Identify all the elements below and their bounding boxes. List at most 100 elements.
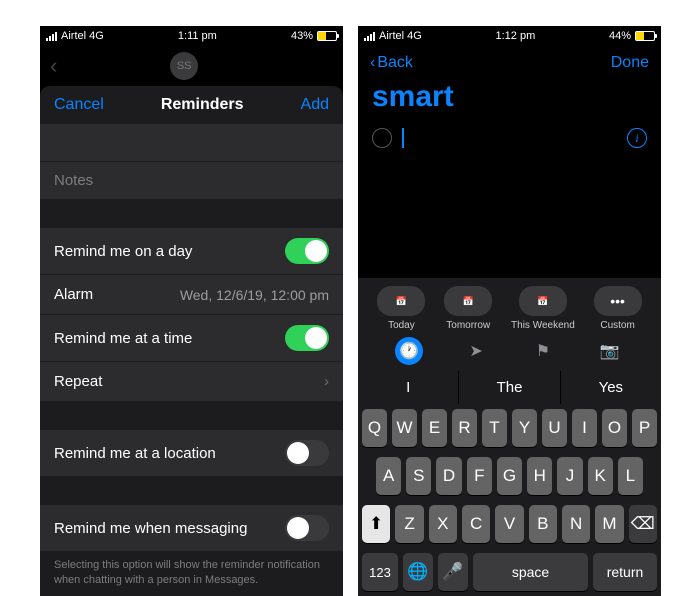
keyboard-accessory: 📅 Today 📅 Tomorrow 📅 This Weekend ••• Cu… — [358, 278, 661, 371]
space-key[interactable]: space — [473, 553, 588, 591]
key-row-2: ASDFGHJKL — [358, 452, 661, 500]
key-z[interactable]: Z — [395, 505, 423, 543]
suggestion[interactable]: I — [358, 371, 459, 404]
add-button[interactable]: Add — [301, 96, 329, 114]
notes-input[interactable]: Notes — [40, 162, 343, 200]
key-q[interactable]: Q — [362, 409, 387, 447]
key-t[interactable]: T — [482, 409, 507, 447]
key-g[interactable]: G — [497, 457, 522, 495]
suggestion[interactable]: The — [459, 371, 560, 404]
row-alarm[interactable]: Alarm Wed, 12/6/19, 12:00 pm — [40, 275, 343, 315]
messaging-footnote: Selecting this option will show the remi… — [40, 552, 343, 596]
row-remind-day[interactable]: Remind me on a day — [40, 228, 343, 275]
backspace-key[interactable]: ⌫ — [629, 505, 657, 543]
row-messaging[interactable]: Remind me when messaging — [40, 505, 343, 552]
numbers-key[interactable]: 123 — [362, 553, 398, 591]
avatar[interactable]: SS — [170, 52, 198, 80]
key-a[interactable]: A — [376, 457, 401, 495]
key-u[interactable]: U — [542, 409, 567, 447]
back-button[interactable]: ‹Back — [370, 54, 413, 72]
toggle-location[interactable] — [285, 440, 329, 466]
row-location[interactable]: Remind me at a location — [40, 430, 343, 477]
chevron-right-icon: › — [324, 373, 329, 390]
acc-custom[interactable]: ••• Custom — [594, 286, 642, 331]
key-row-4: 123 🌐 🎤 space return — [358, 548, 661, 596]
acc-today[interactable]: 📅 Today — [377, 286, 425, 331]
key-v[interactable]: V — [495, 505, 523, 543]
large-nav: ‹ SS — [40, 46, 343, 86]
time-icon[interactable]: 🕐 — [395, 337, 423, 365]
location-icon[interactable]: ➤ — [462, 337, 490, 365]
key-d[interactable]: D — [436, 457, 461, 495]
row-label: Remind me at a location — [54, 445, 216, 462]
keyboard: I The Yes QWERTYUIOP ASDFGHJKL ⬆ ZXCVBNM… — [358, 371, 661, 596]
return-key[interactable]: return — [593, 553, 657, 591]
navbar: ‹Back Done — [358, 46, 661, 80]
cancel-button[interactable]: Cancel — [54, 96, 104, 114]
toggle-messaging[interactable] — [285, 515, 329, 541]
battery-icon — [635, 31, 655, 41]
key-s[interactable]: S — [406, 457, 431, 495]
status-bar: Airtel 4G 1:11 pm 43% — [40, 26, 343, 46]
suggestion[interactable]: Yes — [561, 371, 661, 404]
phone-left: Airtel 4G 1:11 pm 43% ‹ SS Cancel Remind… — [40, 26, 343, 596]
camera-icon[interactable]: 📷 — [596, 337, 624, 365]
row-remind-time[interactable]: Remind me at a time — [40, 315, 343, 362]
key-w[interactable]: W — [392, 409, 417, 447]
signal-icon — [46, 32, 57, 41]
key-n[interactable]: N — [562, 505, 590, 543]
flag-icon[interactable]: ⚑ — [529, 337, 557, 365]
phone-right: Airtel 4G 1:12 pm 44% ‹Back Done smart i… — [358, 26, 661, 596]
carrier-label: Airtel 4G — [61, 30, 104, 42]
battery-percent: 43% — [291, 30, 313, 42]
key-c[interactable]: C — [462, 505, 490, 543]
shift-key[interactable]: ⬆ — [362, 505, 390, 543]
toggle-remind-day[interactable] — [285, 238, 329, 264]
key-x[interactable]: X — [429, 505, 457, 543]
new-reminder-row[interactable]: i — [358, 122, 661, 154]
ellipsis-icon: ••• — [594, 286, 642, 316]
toggle-remind-time[interactable] — [285, 325, 329, 351]
chevron-left-icon: ‹ — [370, 54, 375, 72]
carrier-label: Airtel 4G — [379, 30, 422, 42]
alarm-value: Wed, 12/6/19, 12:00 pm — [180, 287, 329, 303]
key-i[interactable]: I — [572, 409, 597, 447]
battery-icon — [317, 31, 337, 41]
back-chevron-icon[interactable]: ‹ — [50, 53, 57, 79]
row-repeat[interactable]: Repeat › — [40, 362, 343, 402]
key-r[interactable]: R — [452, 409, 477, 447]
key-row-3: ⬆ ZXCVBNM⌫ — [358, 500, 661, 548]
status-time: 1:12 pm — [496, 30, 536, 42]
list-title: smart — [358, 80, 661, 122]
acc-tomorrow[interactable]: 📅 Tomorrow — [444, 286, 492, 331]
key-j[interactable]: J — [557, 457, 582, 495]
row-label: Remind me on a day — [54, 243, 192, 260]
done-button[interactable]: Done — [611, 54, 649, 72]
calendar-today-icon: 📅 — [377, 286, 425, 316]
status-time: 1:11 pm — [178, 30, 217, 42]
key-k[interactable]: K — [588, 457, 613, 495]
key-p[interactable]: P — [632, 409, 657, 447]
text-cursor — [402, 128, 404, 148]
status-bar: Airtel 4G 1:12 pm 44% — [358, 26, 661, 46]
modal-navbar: Cancel Reminders Add — [40, 86, 343, 124]
key-y[interactable]: Y — [512, 409, 537, 447]
globe-key[interactable]: 🌐 — [403, 553, 433, 591]
key-h[interactable]: H — [527, 457, 552, 495]
key-e[interactable]: E — [422, 409, 447, 447]
info-button[interactable]: i — [627, 128, 647, 148]
key-f[interactable]: F — [467, 457, 492, 495]
key-m[interactable]: M — [595, 505, 623, 543]
reminder-edit-sheet: Cancel Reminders Add Notes Remind me on … — [40, 86, 343, 596]
suggestion-bar: I The Yes — [358, 371, 661, 404]
key-l[interactable]: L — [618, 457, 643, 495]
key-row-1: QWERTYUIOP — [358, 404, 661, 452]
reminder-title-input[interactable] — [40, 124, 343, 162]
acc-weekend[interactable]: 📅 This Weekend — [511, 286, 575, 331]
row-label: Remind me when messaging — [54, 520, 247, 537]
key-o[interactable]: O — [602, 409, 627, 447]
key-b[interactable]: B — [529, 505, 557, 543]
mic-key[interactable]: 🎤 — [438, 553, 468, 591]
modal-title: Reminders — [161, 96, 244, 114]
completion-circle-icon[interactable] — [372, 128, 392, 148]
